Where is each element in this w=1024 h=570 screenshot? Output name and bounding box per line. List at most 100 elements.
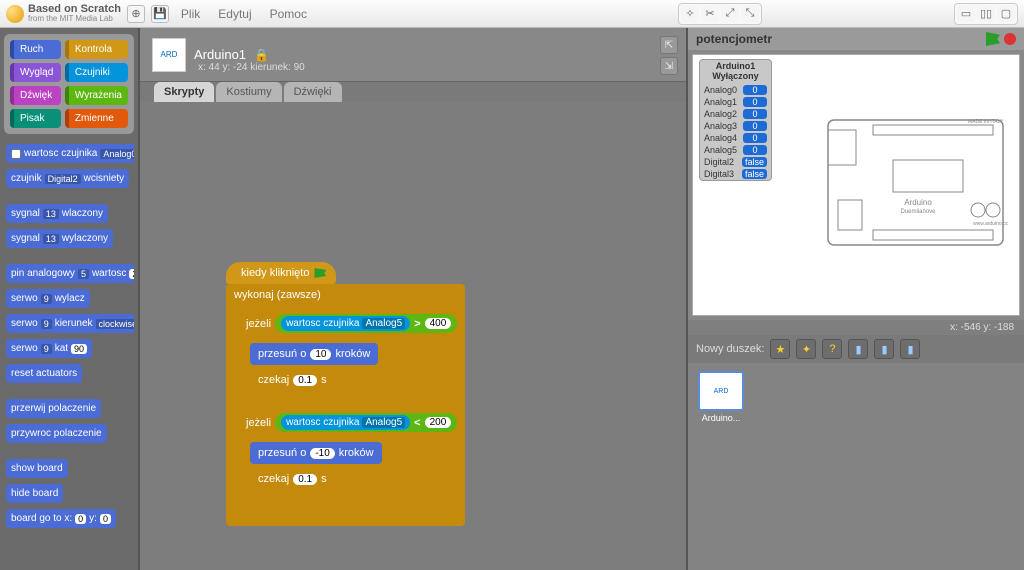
- svg-text:Arduino: Arduino: [904, 198, 932, 207]
- category-grid: Ruch Kontrola Wygląd Czujniki Dźwięk Wyr…: [4, 34, 134, 134]
- block-wait-1[interactable]: czekaj0.1s: [250, 369, 335, 391]
- grow-icon[interactable]: ⤢: [721, 6, 739, 22]
- view-full-icon[interactable]: ▢: [997, 6, 1015, 22]
- block-show-board[interactable]: show board: [6, 459, 68, 478]
- green-flag-button[interactable]: [986, 32, 1000, 46]
- sprite-name[interactable]: Arduino1: [194, 47, 246, 62]
- app-title-sub: from the MIT Media Lab: [28, 15, 121, 23]
- stage-titlebar: potencjometr: [688, 28, 1024, 50]
- paint-sprite-icon[interactable]: ★: [770, 339, 790, 359]
- block-pin-analogowy[interactable]: pin analogowy5wartosc25: [6, 264, 134, 283]
- view-split-icon[interactable]: ▯▯: [977, 6, 995, 22]
- new-sprite-label: Nowy duszek:: [696, 343, 764, 355]
- stage[interactable]: Arduino1 Wyłączony Analog00 Analog10 Ana…: [692, 54, 1020, 316]
- view-small-icon[interactable]: ▭: [957, 6, 975, 22]
- block-move-1[interactable]: przesuń o10kroków: [250, 343, 378, 365]
- sprite-toolbar: Nowy duszek: ★ ✦ ? ▮ ▮ ▮: [688, 335, 1024, 363]
- block-wait-2[interactable]: czekaj0.1s: [250, 468, 335, 490]
- import-icon[interactable]: ⇲: [660, 57, 678, 75]
- folder-sprite-icon[interactable]: ▮: [874, 339, 894, 359]
- block-palette: wartosc czujnikaAnalog0 czujnikDigital2w…: [4, 140, 134, 564]
- shrink-icon[interactable]: ⤡: [741, 6, 759, 22]
- script-stack[interactable]: kiedy kliknięto wykonaj (zawsze) jeżeli …: [226, 262, 465, 526]
- menu-plik[interactable]: Plik: [175, 7, 206, 21]
- left-panel: Ruch Kontrola Wygląd Czujniki Dźwięk Wyr…: [0, 28, 138, 570]
- tab-kostiumy[interactable]: Kostiumy: [216, 82, 281, 102]
- svg-text:Duemilanove: Duemilanove: [900, 209, 936, 215]
- tab-skrypty[interactable]: Skrypty: [154, 82, 214, 102]
- sensor-value-1[interactable]: wartosc czujnika Analog5: [281, 316, 410, 331]
- monitor-row: Digital3false: [700, 168, 771, 180]
- block-hide-board[interactable]: hide board: [6, 484, 63, 503]
- import-sprite-icon[interactable]: ▮: [900, 339, 920, 359]
- block-sygnal-wylaczony[interactable]: sygnal13wylaczony: [6, 229, 113, 248]
- stage-title-text: potencjometr: [696, 32, 772, 46]
- block-przywroc-polaczenie[interactable]: przywroc polaczenie: [6, 424, 107, 443]
- block-serwo-wylacz[interactable]: serwo9wylacz: [6, 289, 90, 308]
- scratch-logo-icon: [6, 5, 24, 23]
- cut-icon[interactable]: ✂: [701, 6, 719, 22]
- sprite-header: ARD Arduino1 🔒 x: 44 y: -24 kierunek: 90…: [140, 28, 686, 82]
- block-move-2[interactable]: przesuń o-10kroków: [250, 442, 382, 464]
- category-wyglad[interactable]: Wygląd: [10, 63, 61, 82]
- category-kontrola[interactable]: Kontrola: [65, 40, 128, 59]
- category-pisak[interactable]: Pisak: [10, 109, 61, 128]
- svg-text:MADE IN ITALY: MADE IN ITALY: [968, 119, 1004, 125]
- topbar: Based on Scratch from the MIT Media Lab …: [0, 0, 1024, 28]
- monitor-row: Analog30: [700, 120, 771, 132]
- hat-when-flag-clicked[interactable]: kiedy kliknięto: [226, 262, 336, 284]
- tab-dzwieki[interactable]: Dźwięki: [284, 82, 342, 102]
- svg-text:www.arduino.cc: www.arduino.cc: [973, 221, 1009, 227]
- block-czujnik-wcisniety[interactable]: czujnikDigital2wcisniety: [6, 169, 129, 188]
- lock-icon[interactable]: 🔒: [254, 48, 269, 62]
- arduino-monitor[interactable]: Arduino1 Wyłączony Analog00 Analog10 Ana…: [699, 59, 772, 181]
- category-ruch[interactable]: Ruch: [10, 40, 61, 59]
- block-przerwij-polaczenie[interactable]: przerwij polaczenie: [6, 399, 101, 418]
- save-icon[interactable]: 💾: [151, 5, 169, 23]
- choose-sprite-icon[interactable]: ✦: [796, 339, 816, 359]
- script-area[interactable]: kiedy kliknięto wykonaj (zawsze) jeżeli …: [140, 102, 686, 570]
- category-zmienne[interactable]: Zmienne: [65, 109, 128, 128]
- menu-edytuj[interactable]: Edytuj: [212, 7, 257, 21]
- category-czujniki[interactable]: Czujniki: [65, 63, 128, 82]
- sprite-list: ARD Arduino...: [688, 363, 1024, 570]
- monitor-row: Analog40: [700, 132, 771, 144]
- block-serwo-kat[interactable]: serwo9kat90: [6, 339, 92, 358]
- block-wartosc-czujnika[interactable]: wartosc czujnikaAnalog0: [6, 144, 134, 163]
- surprise-sprite-icon[interactable]: ?: [822, 339, 842, 359]
- arduino-board-icon[interactable]: Arduino Duemilanove www.arduino.cc MADE …: [823, 105, 1013, 265]
- bool-lt[interactable]: wartosc czujnika Analog5 < 200: [275, 413, 457, 432]
- block-watch-checkbox[interactable]: [11, 149, 21, 159]
- sensor-value-2[interactable]: wartosc czujnika Analog5: [281, 415, 410, 430]
- menu-pomoc[interactable]: Pomoc: [264, 7, 313, 21]
- monitor-row: Analog20: [700, 108, 771, 120]
- block-reset-actuators[interactable]: reset actuators: [6, 364, 82, 383]
- sprite-thumbnail[interactable]: ARD: [152, 38, 186, 72]
- sprite-card-arduino[interactable]: ARD Arduino...: [696, 371, 746, 423]
- header-right-icons: ⇱ ⇲: [660, 36, 678, 75]
- block-if-lt[interactable]: jeżeli wartosc czujnika Analog5 < 200: [238, 408, 465, 507]
- block-sygnal-wlaczony[interactable]: sygnal13wlaczony: [6, 204, 108, 223]
- globe-icon[interactable]: ⊕: [127, 5, 145, 23]
- monitor-row: Digital2false: [700, 156, 771, 168]
- app-logo: Based on Scratch from the MIT Media Lab: [6, 4, 121, 23]
- category-wyrazenia[interactable]: Wyrażenia: [65, 86, 128, 105]
- monitor-row: Analog10: [700, 96, 771, 108]
- monitor-row: Analog50: [700, 144, 771, 156]
- export-icon[interactable]: ⇱: [660, 36, 678, 54]
- block-serwo-kierunek[interactable]: serwo9kierunekclockwise: [6, 314, 134, 333]
- stamp-icon[interactable]: ✧: [681, 6, 699, 22]
- sprite-card-thumb: ARD: [698, 371, 744, 411]
- bool-gt[interactable]: wartosc czujnika Analog5 > 400: [275, 314, 457, 333]
- stop-button[interactable]: [1004, 33, 1016, 45]
- center-panel: ARD Arduino1 🔒 x: 44 y: -24 kierunek: 90…: [138, 28, 688, 570]
- block-board-goto[interactable]: board go to x:0y:0: [6, 509, 116, 528]
- green-flag-icon: [314, 268, 326, 278]
- block-forever[interactable]: wykonaj (zawsze) jeżeli wartosc czujnika…: [226, 284, 465, 526]
- category-dzwiek[interactable]: Dźwięk: [10, 86, 61, 105]
- right-panel: potencjometr Arduino1 Wyłączony Analog00…: [688, 28, 1024, 570]
- camera-sprite-icon[interactable]: ▮: [848, 339, 868, 359]
- block-if-gt[interactable]: jeżeli wartosc czujnika Analog5 > 400: [238, 309, 465, 408]
- stamp-tool-group: ✧ ✂ ⤢ ⤡: [678, 3, 762, 25]
- stage-mouse-coords: x: -546 y: -188: [688, 320, 1024, 335]
